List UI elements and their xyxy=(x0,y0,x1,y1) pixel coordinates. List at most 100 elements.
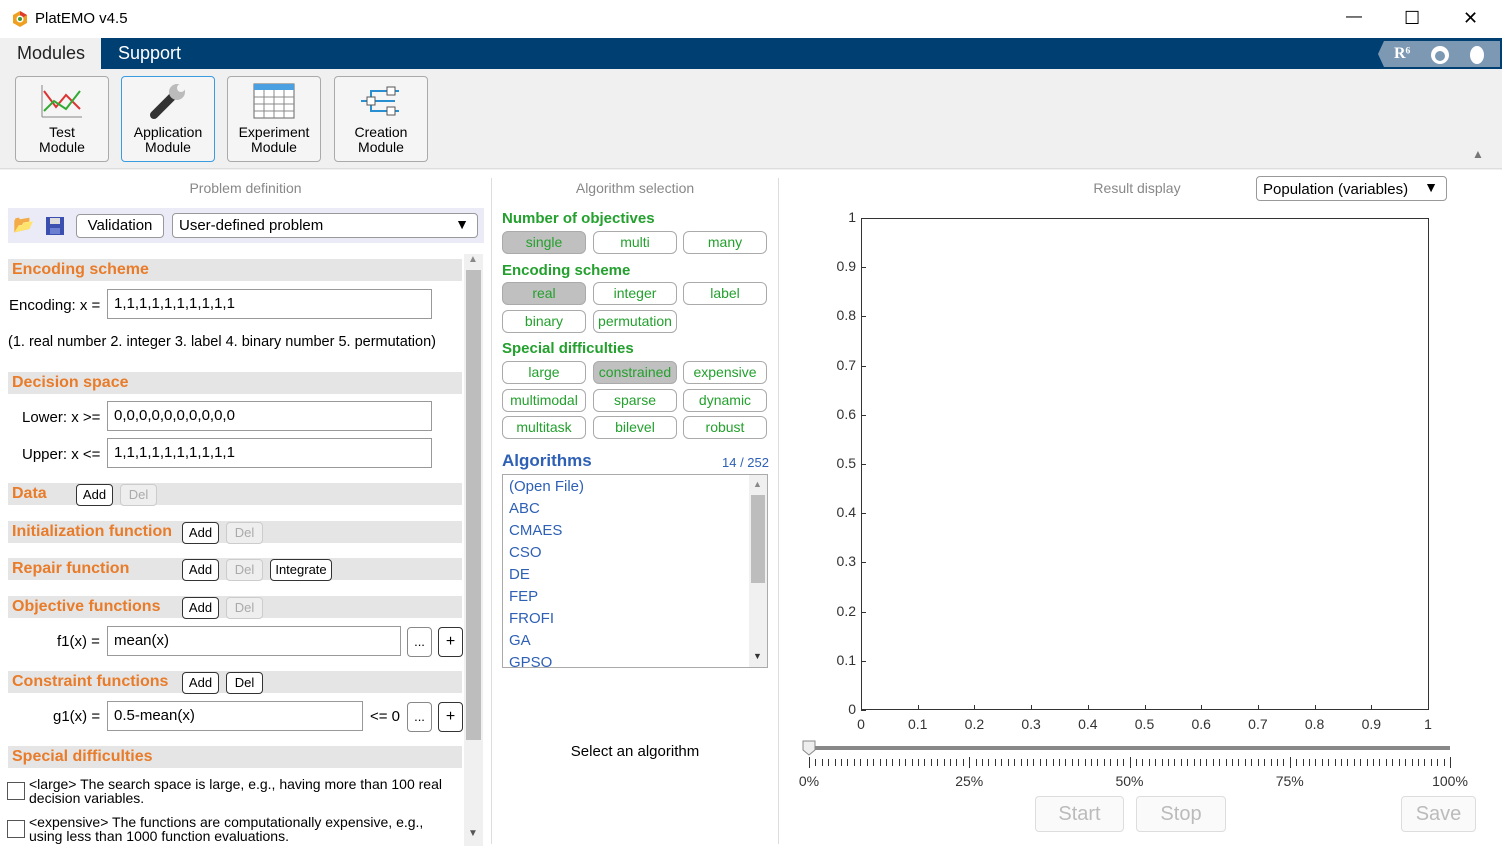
data-add-button[interactable]: Add xyxy=(76,484,113,506)
scroll-up-icon[interactable]: ▲ xyxy=(468,254,478,265)
algorithm-list-scrollbar[interactable]: ▲ ▼ xyxy=(749,475,767,667)
f1-add-button[interactable]: + xyxy=(438,627,463,657)
y-tick-label: 0.4 xyxy=(836,504,856,521)
algorithm-list-item[interactable]: FROFI xyxy=(509,610,554,627)
data-del-button[interactable]: Del xyxy=(120,484,157,506)
slider-tick xyxy=(809,757,810,768)
encoding-input[interactable]: 1,1,1,1,1,1,1,1,1,1 xyxy=(107,289,432,319)
constraint-add-button[interactable]: Add xyxy=(182,672,219,694)
data-header: Data Add Del xyxy=(8,483,462,506)
algorithm-list-item[interactable]: ABC xyxy=(509,500,540,517)
github-icon[interactable] xyxy=(1430,45,1450,65)
upper-bound-input[interactable]: 1,1,1,1,1,1,1,1,1,1 xyxy=(107,438,432,468)
integrate-button[interactable]: Integrate xyxy=(270,559,332,581)
algorithm-list-item[interactable]: GPSO xyxy=(509,654,552,667)
scroll-down-icon[interactable]: ▼ xyxy=(753,651,762,661)
filter-single-button[interactable]: single xyxy=(502,231,586,254)
x-tick-label: 0.9 xyxy=(1361,716,1382,732)
filter-sparse-button[interactable]: sparse xyxy=(593,388,677,412)
data-title: Data xyxy=(12,485,47,502)
constraint-del-button[interactable]: Del xyxy=(226,672,263,694)
x-tick-label: 0 xyxy=(857,716,865,732)
display-select[interactable]: Population (variables) ▼ xyxy=(1256,176,1447,201)
scrollbar-thumb[interactable] xyxy=(466,270,481,740)
init-add-button[interactable]: Add xyxy=(182,522,219,544)
g1-input[interactable]: 0.5-mean(x) xyxy=(107,701,363,731)
scrollbar-thumb[interactable] xyxy=(751,495,765,583)
slider-tick xyxy=(1238,759,1240,766)
maximize-button[interactable]: ☐ xyxy=(1404,8,1420,29)
repair-add-button[interactable]: Add xyxy=(182,559,219,581)
filter-integer-button[interactable]: integer xyxy=(593,282,677,305)
repair-del-button[interactable]: Del xyxy=(226,559,263,581)
creation-module-button[interactable]: Creation Module xyxy=(334,76,428,162)
filter-permutation-button[interactable]: permutation xyxy=(593,309,677,333)
progress-slider-thumb[interactable] xyxy=(802,740,816,756)
open-folder-icon[interactable]: 📂 xyxy=(13,215,34,235)
scroll-up-icon[interactable]: ▲ xyxy=(753,479,762,489)
filter-multi-button[interactable]: multi xyxy=(593,231,677,254)
experiment-module-button[interactable]: Experiment Module xyxy=(227,76,321,162)
lower-bound-input[interactable]: 0,0,0,0,0,0,0,0,0,0 xyxy=(107,401,432,431)
problem-scrollbar[interactable]: ▲ ▼ xyxy=(464,254,483,846)
objective-del-button[interactable]: Del xyxy=(226,597,263,619)
filter-multitask-button[interactable]: multitask xyxy=(502,416,586,439)
encoding-label: Encoding: x = xyxy=(9,297,101,314)
filter-bilevel-button[interactable]: bilevel xyxy=(593,416,677,439)
filter-binary-button[interactable]: binary xyxy=(502,309,586,333)
g1-add-button[interactable]: + xyxy=(438,702,463,732)
y-tick-mark xyxy=(861,710,866,711)
algorithm-list-item[interactable]: (Open File) xyxy=(509,478,584,495)
tab-support[interactable]: Support xyxy=(101,38,198,69)
algorithm-list-item[interactable]: FEP xyxy=(509,588,538,605)
slider-tick xyxy=(1065,759,1067,766)
filter-label-button[interactable]: label xyxy=(683,282,767,305)
close-button[interactable]: ✕ xyxy=(1463,8,1478,29)
plot-axes[interactable] xyxy=(861,218,1429,710)
test-module-button[interactable]: Test Module xyxy=(15,76,109,162)
filter-many-button[interactable]: many xyxy=(683,231,767,254)
f1-input[interactable]: mean(x) xyxy=(107,626,401,656)
slider-tick xyxy=(1334,759,1336,766)
qq-icon[interactable] xyxy=(1468,45,1486,65)
filter-expensive-button[interactable]: expensive xyxy=(683,361,767,384)
scroll-down-icon[interactable]: ▼ xyxy=(468,828,478,839)
filter-large-button[interactable]: large xyxy=(502,361,586,384)
window-title: PlatEMO v4.5 xyxy=(35,10,128,27)
filter-multimodal-button[interactable]: multimodal xyxy=(502,388,586,412)
algorithm-list-item[interactable]: GA xyxy=(509,632,531,649)
algorithm-list-item[interactable]: DE xyxy=(509,566,530,583)
minimize-button[interactable]: — xyxy=(1346,8,1362,26)
special-filter-title: Special difficulties xyxy=(502,340,634,357)
application-module-button[interactable]: Application Module xyxy=(121,76,215,162)
tab-modules[interactable]: Modules xyxy=(0,38,101,69)
algorithm-list-item[interactable]: CSO xyxy=(509,544,542,561)
slider-tick xyxy=(1270,759,1272,766)
f1-more-button[interactable]: ... xyxy=(407,627,432,657)
y-tick-label: 0.3 xyxy=(836,553,856,570)
slider-tick xyxy=(1097,759,1099,766)
researchgate-icon[interactable]: R⁶ xyxy=(1394,45,1410,63)
g1-more-button[interactable]: ... xyxy=(407,702,432,732)
filter-real-button[interactable]: real xyxy=(502,282,586,305)
init-del-button[interactable]: Del xyxy=(226,522,263,544)
expensive-checkbox[interactable] xyxy=(7,820,25,838)
progress-slider-track[interactable] xyxy=(808,746,1450,750)
validation-button[interactable]: Validation xyxy=(76,214,164,238)
slider-tick xyxy=(1308,759,1310,766)
algorithm-list[interactable]: ▲ ▼ (Open File) ABC CMAES CSO DE FEP FROFI GA GP… xyxy=(502,474,768,668)
filter-dynamic-button[interactable]: dynamic xyxy=(683,388,767,412)
filter-robust-button[interactable]: robust xyxy=(683,416,767,439)
stop-button[interactable]: Stop xyxy=(1136,796,1226,832)
save-disk-icon[interactable] xyxy=(46,217,64,235)
line-chart-icon xyxy=(16,77,108,125)
save-button[interactable]: Save xyxy=(1401,796,1476,832)
objective-add-button[interactable]: Add xyxy=(182,597,219,619)
algorithm-list-item[interactable]: CMAES xyxy=(509,522,562,539)
collapse-ribbon-icon[interactable]: ▲ xyxy=(1472,147,1484,161)
large-checkbox[interactable] xyxy=(7,782,25,800)
problem-select[interactable]: User-defined problem ▼ xyxy=(172,213,478,238)
filter-constrained-button[interactable]: constrained xyxy=(593,361,677,384)
slider-tick xyxy=(1366,759,1368,766)
start-button[interactable]: Start xyxy=(1035,796,1124,832)
